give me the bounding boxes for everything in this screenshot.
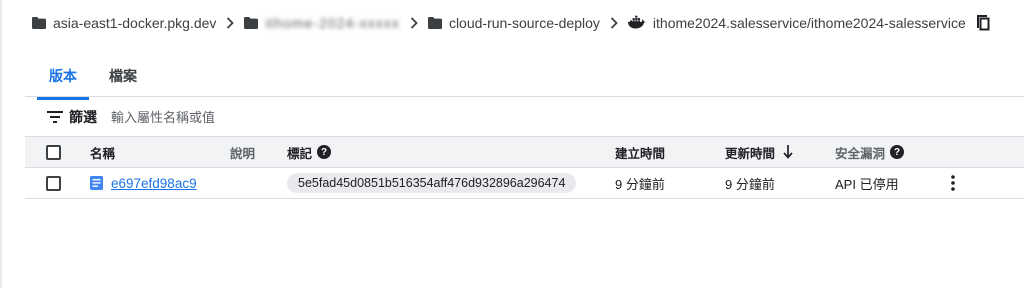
docker-icon bbox=[627, 15, 646, 29]
version-name-cell: e697efd98ac9 bbox=[90, 168, 197, 198]
tab-bar: 版本 檔案 bbox=[25, 62, 1024, 100]
tab-files[interactable]: 檔案 bbox=[99, 62, 147, 96]
filter-bar: 篩選 bbox=[25, 98, 1024, 137]
column-header-description: 說明 bbox=[230, 146, 256, 161]
column-header-name[interactable]: 名稱 bbox=[90, 137, 115, 167]
column-header-vulnerabilities: 安全漏洞 ? bbox=[835, 137, 905, 167]
version-digest-link[interactable]: e697efd98ac9 bbox=[111, 176, 197, 191]
copy-icon[interactable] bbox=[976, 15, 990, 31]
tag-chip[interactable]: 5e5fad45d0851b516354aff476d932896a296474 bbox=[287, 173, 577, 193]
filter-icon[interactable] bbox=[47, 111, 63, 123]
chevron-right-icon bbox=[600, 17, 628, 29]
tab-versions[interactable]: 版本 bbox=[37, 62, 89, 100]
breadcrumb-item-repository[interactable]: cloud-run-source-deploy bbox=[427, 15, 600, 31]
column-header-updated[interactable]: 更新時間 bbox=[725, 137, 793, 167]
version-tags-cell: 5e5fad45d0851b516354aff476d932896a296474 bbox=[287, 168, 577, 198]
version-created: 9 分鐘前 bbox=[615, 176, 665, 192]
breadcrumb-item-image: ithome2024.salesservice/ithome2024-sales… bbox=[627, 15, 966, 31]
breadcrumb-label-redacted: ithome-2024-xxxxx bbox=[265, 15, 400, 31]
version-vulnerabilities: API 已停用 bbox=[835, 176, 899, 192]
row-more-menu[interactable] bbox=[949, 168, 957, 198]
column-header-vulnerabilities-label: 安全漏洞 bbox=[835, 146, 886, 161]
row-checkbox[interactable] bbox=[46, 176, 61, 191]
folder-icon bbox=[427, 17, 442, 29]
folder-icon bbox=[244, 17, 259, 29]
help-icon[interactable]: ? bbox=[890, 145, 905, 159]
column-header-tags-label: 標記 bbox=[287, 146, 313, 161]
chevron-right-icon bbox=[216, 17, 244, 29]
more-vert-icon bbox=[951, 175, 955, 191]
arrow-down-icon[interactable] bbox=[783, 145, 793, 159]
folder-icon bbox=[32, 17, 46, 29]
breadcrumb-label: ithome2024.salesservice/ithome2024-sales… bbox=[652, 15, 966, 31]
table-header: 名稱 說明 標記 ? 建立時間 更新時間 安全漏洞 ? bbox=[25, 137, 1024, 168]
column-header-tags: 標記 ? bbox=[287, 137, 332, 167]
column-header-updated-label: 更新時間 bbox=[725, 146, 776, 161]
breadcrumb-label: cloud-run-source-deploy bbox=[448, 15, 600, 31]
breadcrumb-item-host[interactable]: asia-east1-docker.pkg.dev bbox=[32, 15, 216, 31]
chevron-right-icon bbox=[400, 17, 428, 29]
table-row: e697efd98ac9 5e5fad45d0851b516354aff476d… bbox=[25, 168, 1024, 199]
filter-label[interactable]: 篩選 bbox=[69, 107, 97, 127]
column-header-created[interactable]: 建立時間 bbox=[615, 137, 665, 167]
filter-input[interactable] bbox=[111, 109, 411, 125]
left-border bbox=[0, 0, 2, 288]
breadcrumb-label: asia-east1-docker.pkg.dev bbox=[53, 15, 217, 31]
breadcrumb: asia-east1-docker.pkg.dev ithome-2024-xx… bbox=[32, 11, 990, 35]
select-all-checkbox[interactable] bbox=[46, 145, 61, 160]
breadcrumb-item-project[interactable]: ithome-2024-xxxxx bbox=[244, 15, 400, 31]
version-updated: 9 分鐘前 bbox=[725, 176, 775, 192]
help-icon[interactable]: ? bbox=[317, 145, 332, 159]
versions-table: 名稱 說明 標記 ? 建立時間 更新時間 安全漏洞 ? e697efd98ac9 bbox=[25, 137, 1024, 199]
document-icon bbox=[90, 176, 103, 190]
